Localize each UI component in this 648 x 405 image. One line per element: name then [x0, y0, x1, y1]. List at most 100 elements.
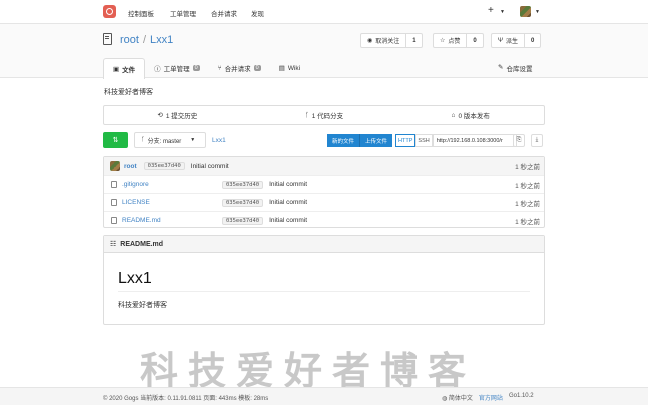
upload-file-button[interactable]: 上传文件	[359, 134, 393, 147]
repo-settings-link[interactable]: ✎ 仓库设置	[498, 63, 532, 73]
file-icon	[111, 199, 117, 206]
compare-icon: ⇅	[112, 137, 119, 144]
repo-header	[0, 24, 648, 78]
divider	[118, 291, 530, 292]
branch-icon: ᚴ	[141, 137, 145, 143]
code-icon: ▣	[113, 66, 120, 73]
clone-toolbar: 新的文件 上传文件 HTTP SSH http://192.168.0.108:…	[327, 134, 517, 147]
commit-time: 1 秒之前	[515, 164, 540, 171]
new-file-button[interactable]: 新的文件	[327, 134, 360, 147]
repo-name-link[interactable]: Lxx1	[150, 34, 173, 46]
commit-message: Initial commit	[190, 162, 229, 170]
readme-panel: ☷ README.md Lxx1 科技爱好者博客	[103, 235, 545, 325]
repo-title: root / Lxx1	[120, 34, 173, 46]
repo-stats: ⟲ 1 提交历史 ᚴ1 代码分支 ⌂ 0 版本发布	[103, 105, 545, 125]
star-icon: ☆	[440, 38, 446, 44]
chevron-down-icon[interactable]: ▼	[535, 9, 540, 15]
nav-dashboard[interactable]: 控制面板	[128, 8, 154, 18]
tab-files[interactable]: ▣ 文件	[103, 58, 146, 79]
gogs-logo-icon[interactable]	[103, 5, 116, 18]
pr-icon: ⑂	[217, 64, 222, 72]
table-row: .gitignore 035ee37d40 Initial commit 1 秒…	[104, 175, 544, 193]
list-icon: ☷	[110, 241, 117, 248]
footer-version: © 2020 Gogs 当前版本: 0.11.91.0811 页面: 443ms…	[103, 396, 269, 402]
branch-icon: ᚴ	[304, 111, 309, 119]
tag-icon: ⌂	[451, 111, 456, 119]
nav-explore[interactable]: 发现	[251, 8, 264, 18]
watch-count[interactable]: 1	[406, 34, 421, 47]
http-toggle[interactable]: HTTP	[395, 134, 416, 147]
book-icon: ▤	[278, 65, 285, 72]
chevron-down-icon[interactable]: ▼	[500, 9, 505, 15]
commit-sha[interactable]: 035ee37d40	[143, 162, 185, 170]
repo-icon	[103, 33, 112, 45]
table-row: README.md 035ee37d40 Initial commit 1 秒之…	[104, 211, 544, 229]
file-table: root 035ee37d40 Initial commit 1 秒之前 .gi…	[103, 156, 545, 228]
create-plus-icon[interactable]: +	[488, 5, 494, 16]
fork-button-group[interactable]: Ψ 派生 0	[491, 33, 542, 48]
repo-tabs: ▣ 文件 ⓘ 工单管理 0 ⑂ 合并请求 0 ▤ Wiki	[103, 58, 309, 79]
releases-stat[interactable]: ⌂ 0 版本发布	[397, 106, 544, 124]
copy-icon: ⎘	[516, 137, 522, 143]
file-commit-message: Initial commit	[269, 181, 308, 188]
tab-issues[interactable]: ⓘ 工单管理 0	[145, 58, 209, 78]
commit-author-avatar	[110, 161, 120, 171]
file-commit-sha[interactable]: 035ee37d40	[222, 198, 264, 207]
branches-stat[interactable]: ᚴ1 代码分支	[251, 106, 398, 124]
issue-icon: ⓘ	[154, 66, 161, 73]
language-selector[interactable]: ◍ 简体中文	[442, 393, 473, 402]
commits-stat[interactable]: ⟲ 1 提交历史	[104, 106, 251, 124]
globe-icon: ◍	[442, 396, 449, 402]
breadcrumb[interactable]: Lxx1	[212, 137, 226, 144]
user-avatar[interactable]	[520, 6, 531, 17]
pulls-count-badge: 0	[253, 65, 261, 71]
star-button[interactable]: ☆ 点赞	[434, 34, 468, 47]
download-button[interactable]: ⤓	[531, 134, 543, 147]
download-icon: ⤓	[535, 137, 539, 143]
fork-count[interactable]: 0	[525, 34, 540, 47]
file-commit-time: 1 秒之前	[515, 218, 540, 226]
file-icon	[111, 181, 117, 188]
compare-button[interactable]: ⇅	[103, 132, 128, 148]
file-icon	[111, 217, 117, 224]
readme-header: ☷ README.md	[104, 236, 544, 253]
history-icon: ⟲	[157, 112, 163, 119]
file-commit-message: Initial commit	[269, 199, 308, 206]
tab-wiki[interactable]: ▤ Wiki	[270, 58, 309, 78]
commit-author-link[interactable]: root	[124, 163, 137, 170]
readme-text: 科技爱好者博客	[118, 302, 167, 309]
ssh-toggle[interactable]: SSH	[415, 134, 433, 147]
nav-issues[interactable]: 工单管理	[170, 8, 196, 18]
file-commit-message: Initial commit	[269, 217, 308, 224]
nav-pulls[interactable]: 合并请求	[211, 8, 237, 18]
latest-commit-row: root 035ee37d40 Initial commit 1 秒之前	[104, 157, 544, 175]
fork-button[interactable]: Ψ 派生	[492, 34, 526, 47]
eye-slash-icon: ◉	[367, 38, 373, 44]
file-link[interactable]: .gitignore	[122, 181, 222, 188]
chevron-down-icon: ▼	[190, 137, 196, 143]
file-link[interactable]: README.md	[122, 217, 222, 224]
file-link[interactable]: LICENSE	[122, 199, 222, 206]
repo-owner-link[interactable]: root	[120, 34, 139, 46]
clone-url-input[interactable]: http://192.168.0.108:3000/r	[432, 134, 517, 147]
footer-links: ◍ 简体中文 官方网站 Go1.10.2	[442, 393, 534, 402]
file-commit-sha[interactable]: 035ee37d40	[222, 180, 264, 189]
star-count[interactable]: 0	[467, 34, 482, 47]
top-navbar: 控制面板 工单管理 合并请求 发现 + ▼ ▼	[0, 0, 648, 24]
official-site-link[interactable]: 官方网站	[479, 393, 503, 402]
file-commit-sha[interactable]: 035ee37d40	[222, 216, 264, 225]
footer: © 2020 Gogs 当前版本: 0.11.91.0811 页面: 443ms…	[0, 387, 648, 405]
watch-button-group[interactable]: ◉ 取消关注 1	[360, 33, 423, 48]
star-button-group[interactable]: ☆ 点赞 0	[433, 33, 484, 48]
table-row: LICENSE 035ee37d40 Initial commit 1 秒之前	[104, 193, 544, 211]
go-version: Go1.10.2	[508, 393, 534, 399]
file-commit-time: 1 秒之前	[515, 200, 540, 208]
copy-url-button[interactable]: ⎘	[513, 134, 525, 147]
unwatch-button[interactable]: ◉ 取消关注	[361, 34, 407, 47]
branch-dropdown[interactable]: ᚴ 分支: master ▼	[134, 132, 206, 148]
fork-icon: Ψ	[498, 37, 504, 44]
tab-pulls[interactable]: ⑂ 合并请求 0	[209, 58, 270, 78]
repo-description: 科技爱好者博客	[104, 89, 153, 96]
file-commit-time: 1 秒之前	[515, 182, 540, 190]
issues-count-badge: 0	[192, 65, 200, 71]
